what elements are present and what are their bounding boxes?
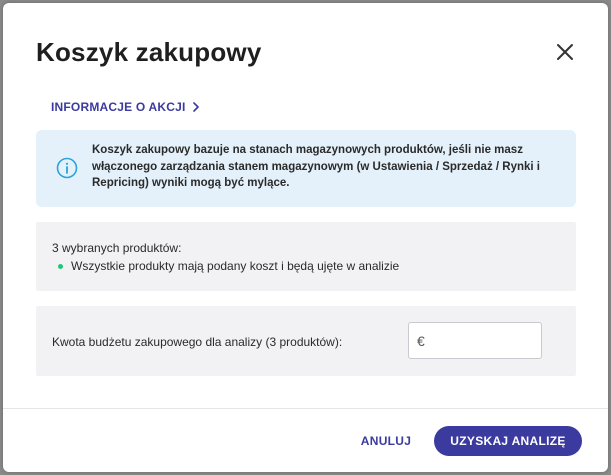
products-status-text: Wszystkie produkty mają podany koszt i b… [71, 259, 400, 273]
close-button[interactable] [552, 39, 578, 65]
status-dot [58, 263, 63, 269]
selected-products-count: 3 wybranych produktów: [52, 241, 182, 255]
budget-input-wrapper[interactable]: € [408, 322, 542, 359]
info-icon [56, 157, 78, 179]
chevron-right-icon [192, 102, 199, 112]
close-icon[interactable] [552, 39, 578, 65]
products-status: Wszystkie produkty mają podany koszt i b… [52, 259, 399, 273]
info-alert: Koszyk zakupowy bazuje na stanach magazy… [36, 130, 576, 207]
budget-panel: Kwota budżetu zakupowego dla analizy (3 … [36, 306, 576, 376]
action-info-link-label[interactable]: INFORMACJE O AKCJI [51, 100, 186, 114]
get-analysis-button[interactable]: UZYSKAJ ANALIZĘ [434, 426, 582, 456]
alert-text: Koszyk zakupowy bazuje na stanach magazy… [92, 144, 540, 189]
budget-label: Kwota budżetu zakupowego dla analizy (3 … [52, 335, 343, 349]
selected-products-panel: 3 wybranych produktów: Wszystkie produkt… [36, 222, 576, 291]
cancel-button[interactable]: ANULUJ [348, 426, 424, 456]
action-info-link[interactable]: INFORMACJE O AKCJI [51, 100, 200, 114]
footer-divider [3, 408, 608, 409]
budget-input[interactable] [433, 325, 541, 358]
currency-symbol: € [417, 333, 425, 349]
purchase-cart-dialog: Koszyk zakupowy INFORMACJE O AKCJI Koszy… [3, 3, 608, 472]
dialog-title: Koszyk zakupowy [36, 37, 262, 67]
